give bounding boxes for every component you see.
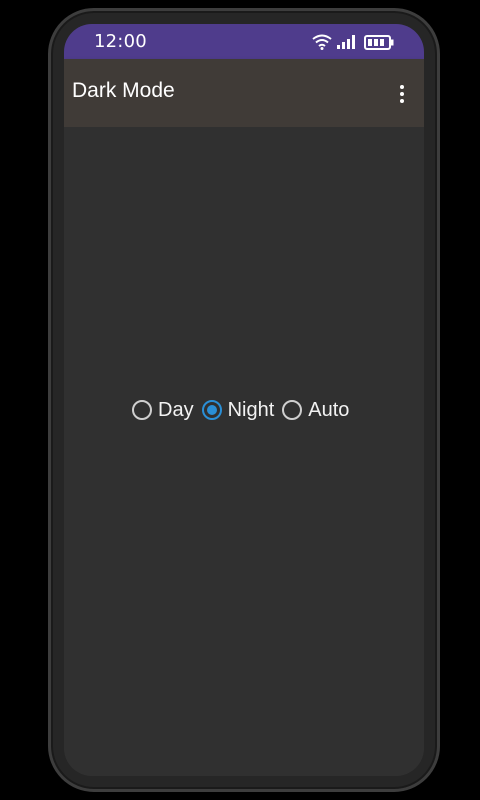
- app-title: Dark Mode: [72, 79, 175, 102]
- signal-icon: [337, 35, 359, 49]
- app-bar: Dark Mode: [64, 59, 424, 127]
- overflow-dot: [400, 85, 404, 89]
- radio-button-night[interactable]: [201, 400, 222, 420]
- theme-radio-group: Day Night Auto: [132, 393, 357, 427]
- content-area: Day Night Auto: [64, 127, 424, 776]
- radio-option-day[interactable]: Day: [132, 399, 194, 422]
- radio-label-day: Day: [158, 398, 194, 421]
- radio-option-auto[interactable]: Auto: [282, 399, 349, 422]
- radio-label-night: Night: [227, 398, 275, 421]
- phone-screen: 12:00 Dark Mode Day Night Auto: [64, 24, 424, 776]
- overflow-dot: [400, 99, 404, 103]
- radio-option-night[interactable]: Night: [201, 398, 275, 422]
- status-time: 12:00: [94, 31, 147, 52]
- radio-label-auto: Auto: [308, 398, 350, 421]
- radio-button-day[interactable]: [132, 400, 152, 420]
- more-vert-icon[interactable]: [390, 79, 414, 109]
- radio-button-auto[interactable]: [282, 400, 303, 420]
- status-icons: [312, 33, 394, 51]
- overflow-dot: [400, 92, 404, 96]
- wifi-icon: [312, 34, 332, 50]
- battery-icon: [364, 34, 394, 50]
- status-bar: 12:00: [64, 24, 424, 59]
